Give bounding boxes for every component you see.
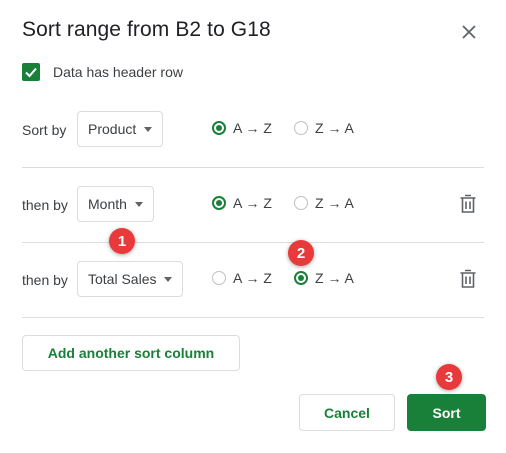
radio-desc-label: Z → A bbox=[315, 270, 354, 286]
radio-asc[interactable] bbox=[212, 196, 226, 210]
radio-desc-label: Z → A bbox=[315, 195, 354, 211]
caret-down-icon bbox=[134, 201, 143, 207]
dialog-title: Sort range from B2 to G18 bbox=[22, 18, 271, 41]
step-marker-1: 1 bbox=[109, 228, 135, 254]
caret-down-icon bbox=[144, 126, 153, 132]
trash-icon[interactable] bbox=[459, 269, 477, 289]
add-sort-column-button[interactable]: Add another sort column bbox=[22, 335, 240, 371]
sort-row-2: then by Month A → Z Z → A bbox=[0, 186, 506, 226]
column-dropdown-value: Month bbox=[88, 196, 127, 212]
sort-row-1: Sort by Product A → Z Z → A bbox=[0, 111, 506, 151]
close-icon bbox=[462, 25, 476, 39]
close-button[interactable] bbox=[458, 21, 480, 43]
sort-desc-option[interactable]: Z → A bbox=[294, 195, 354, 211]
step-marker-3: 3 bbox=[436, 364, 462, 390]
checkmark-icon bbox=[25, 67, 37, 78]
radio-asc[interactable] bbox=[212, 121, 226, 135]
trash-icon[interactable] bbox=[459, 194, 477, 214]
sort-asc-option[interactable]: A → Z bbox=[212, 195, 272, 211]
sort-row-3: then by Total Sales A → Z Z → A bbox=[0, 261, 506, 301]
radio-desc[interactable] bbox=[294, 121, 308, 135]
column-dropdown-value: Total Sales bbox=[88, 271, 157, 287]
sort-desc-option[interactable]: Z → A bbox=[294, 270, 354, 286]
radio-asc-label: A → Z bbox=[233, 270, 272, 286]
step-marker-2: 2 bbox=[288, 240, 314, 266]
caret-down-icon bbox=[164, 276, 173, 282]
sort-desc-option[interactable]: Z → A bbox=[294, 120, 354, 136]
divider bbox=[22, 317, 484, 318]
divider bbox=[22, 167, 484, 168]
sort-range-dialog: Sort range from B2 to G18 Data has heade… bbox=[0, 0, 506, 453]
radio-desc-label: Z → A bbox=[315, 120, 354, 136]
sort-asc-option[interactable]: A → Z bbox=[212, 120, 272, 136]
header-row-checkbox[interactable] bbox=[22, 63, 40, 81]
radio-asc[interactable] bbox=[212, 271, 226, 285]
cancel-button[interactable]: Cancel bbox=[299, 394, 395, 431]
column-dropdown[interactable]: Product bbox=[77, 111, 164, 147]
sort-row-label: then by bbox=[22, 272, 68, 288]
sort-asc-option[interactable]: A → Z bbox=[212, 270, 272, 286]
column-dropdown[interactable]: Month bbox=[77, 186, 154, 222]
divider bbox=[22, 242, 484, 243]
sort-row-label: then by bbox=[22, 197, 68, 213]
column-dropdown[interactable]: Total Sales bbox=[77, 261, 184, 297]
radio-asc-label: A → Z bbox=[233, 120, 272, 136]
header-row-option: Data has header row bbox=[22, 63, 183, 81]
radio-desc[interactable] bbox=[294, 196, 308, 210]
radio-asc-label: A → Z bbox=[233, 195, 272, 211]
header-row-label: Data has header row bbox=[53, 64, 183, 80]
radio-desc[interactable] bbox=[294, 271, 308, 285]
sort-button[interactable]: Sort bbox=[407, 394, 486, 431]
column-dropdown-value: Product bbox=[88, 121, 137, 137]
sort-row-label: Sort by bbox=[22, 122, 67, 138]
